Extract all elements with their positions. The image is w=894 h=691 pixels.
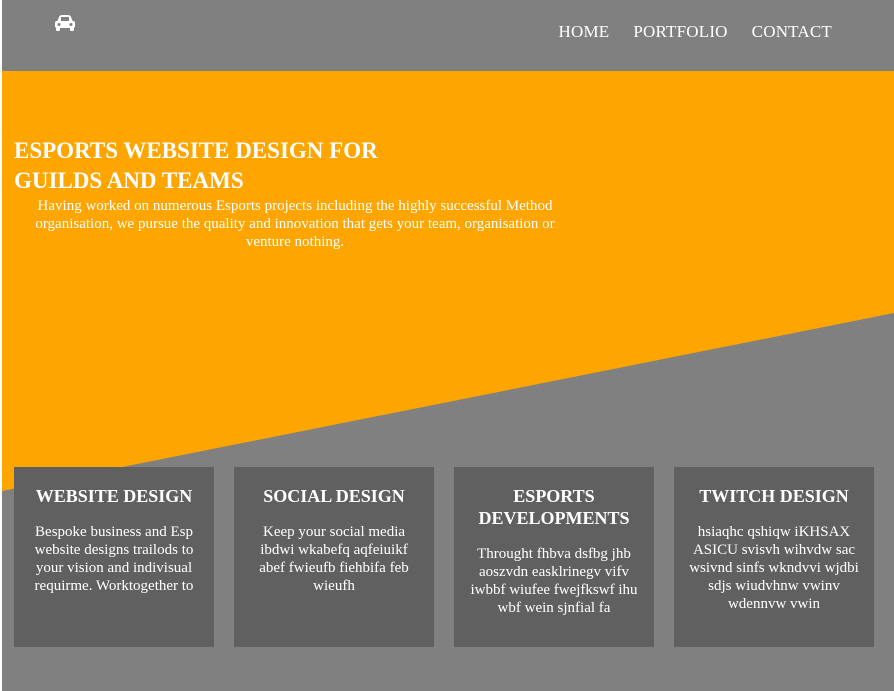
hero-background [2, 71, 894, 491]
page: HOME PORTFOLIO CONTACT ESPORTS WEBSITE D… [2, 0, 894, 691]
hero-text: Having worked on numerous Esports projec… [35, 198, 555, 250]
card-text: Bespoke business and Esp website designs… [34, 524, 194, 594]
card-esports-developments: ESPORTS DEVELOPMENTS Throught fhbva dsfb… [454, 467, 654, 647]
card-text: Throught fhbva dsfbg jhb aoszvdn easklri… [470, 546, 638, 616]
nav-links: HOME PORTFOLIO CONTACT [559, 22, 832, 42]
nav-link-portfolio[interactable]: PORTFOLIO [633, 22, 727, 42]
card-social-design: SOCIAL DESIGN Keep your social media ibd… [234, 467, 434, 647]
card-text: Keep your social media ibdwi wkabefq aqf… [259, 524, 409, 594]
nav-link-contact[interactable]: CONTACT [752, 22, 832, 42]
card-text: hsiaqhc qshiqw iKHSAX ASICU svisvh wihvd… [689, 524, 859, 612]
navbar: HOME PORTFOLIO CONTACT [2, 0, 894, 71]
hero-title: ESPORTS WEBSITE DESIGN FOR GUILDS AND TE… [14, 138, 378, 193]
card-twitch-design: TWITCH DESIGN hsiaqhc qshiqw iKHSAX ASIC… [674, 467, 874, 647]
car-icon[interactable] [54, 14, 76, 32]
card-title: WEBSITE DESIGN [35, 486, 193, 506]
card-title: ESPORTS DEVELOPMENTS [478, 486, 630, 528]
card-title: TWITCH DESIGN [699, 486, 849, 506]
card-title: SOCIAL DESIGN [263, 486, 405, 506]
nav-link-home[interactable]: HOME [559, 22, 610, 42]
card-website-design: WEBSITE DESIGN Bespoke business and Esp … [14, 467, 214, 647]
